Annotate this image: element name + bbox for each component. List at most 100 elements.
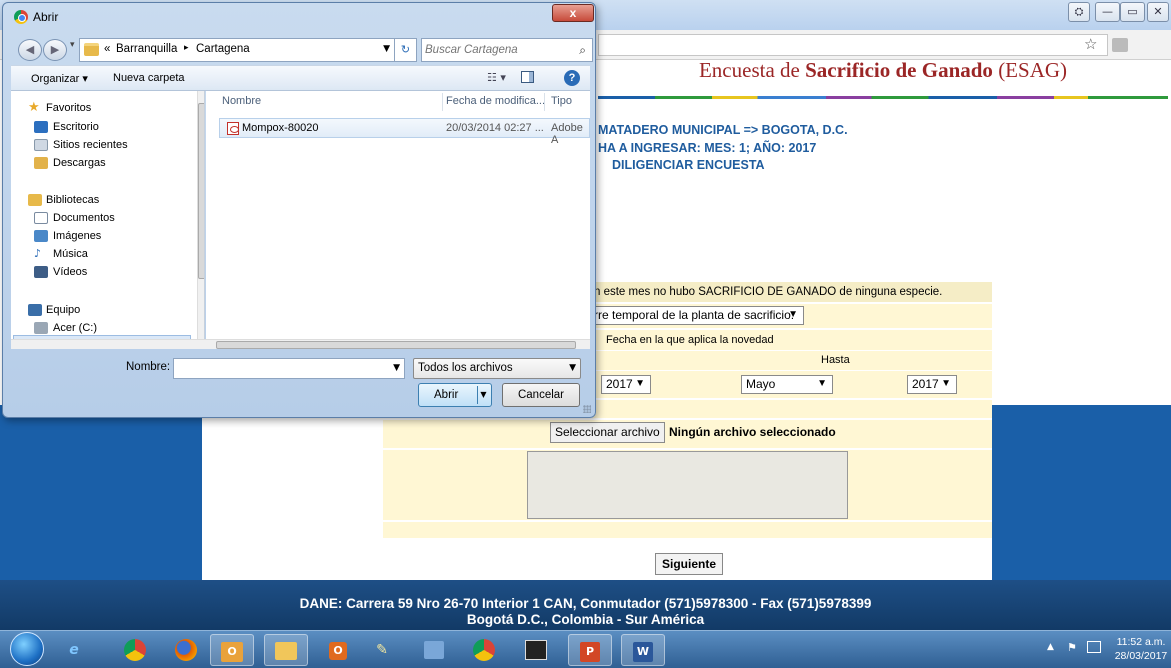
remote-app-icon[interactable]: [412, 634, 456, 666]
clock-time[interactable]: 11:52 a.m.: [1113, 636, 1169, 648]
chevron-down-icon[interactable]: ▼: [569, 363, 576, 373]
column-divider[interactable]: [442, 93, 443, 111]
nav-item-bibliotecas[interactable]: Bibliotecas: [11, 191, 189, 209]
nav-scroll-thumb[interactable]: [198, 103, 204, 279]
column-divider[interactable]: [544, 93, 545, 111]
outlook-icon[interactable]: O: [210, 634, 254, 666]
libraries-icon: [28, 194, 42, 206]
recent-locations-dropdown[interactable]: ▾: [70, 40, 75, 50]
user-icon[interactable]: ⛭: [1068, 2, 1090, 22]
chevron-down-icon[interactable]: ▼: [383, 44, 390, 54]
powerpoint-icon[interactable]: P: [568, 634, 612, 666]
nav-item-escritorio[interactable]: Escritorio: [11, 118, 189, 136]
open-split-dropdown[interactable]: ▼: [477, 386, 489, 404]
chevron-down-icon[interactable]: ▼: [393, 363, 400, 373]
maximize-button[interactable]: ▭: [1120, 2, 1145, 22]
network-icon[interactable]: [1087, 641, 1101, 653]
fill-survey-line: DILIGENCIAR ENCUESTA: [612, 158, 765, 172]
to-year-select[interactable]: 2017 ▼: [907, 375, 957, 394]
tray-arrow-icon[interactable]: ▲: [1047, 642, 1054, 652]
star-icon: ★: [28, 100, 40, 115]
file-name: Mompox-80020: [242, 122, 319, 134]
nav-scrollbar[interactable]: [197, 91, 204, 349]
horizontal-scrollbar[interactable]: [11, 339, 590, 349]
period-line: HA A INGRESAR: MES: 1; AÑO: 2017: [598, 141, 817, 155]
breadcrumb-cartagena[interactable]: Cartagena: [196, 43, 250, 55]
music-icon: ♪: [34, 247, 42, 260]
file-row: Seleccionar archivo Ningún archivo selec…: [383, 420, 992, 448]
views-icon[interactable]: ☷ ▾: [487, 71, 506, 84]
app-o-icon[interactable]: O: [316, 634, 360, 666]
action-center-icon[interactable]: ⚑: [1067, 641, 1077, 654]
search-icon[interactable]: ⌕: [579, 43, 586, 58]
firefox-icon[interactable]: [164, 634, 208, 666]
breadcrumb-barranquilla[interactable]: Barranquilla: [116, 43, 177, 55]
close-button[interactable]: ✕: [1147, 2, 1169, 22]
address-bar[interactable]: [598, 34, 1108, 56]
column-name[interactable]: Nombre: [222, 95, 261, 107]
nav-item-videos[interactable]: Vídeos: [11, 263, 189, 281]
forward-button[interactable]: ▶: [43, 39, 67, 61]
right-sidebar-bar: [992, 405, 1171, 580]
breadcrumb-overflow[interactable]: «: [104, 43, 110, 55]
extension-icon[interactable]: [1112, 38, 1128, 52]
drive-icon: [34, 322, 48, 334]
column-date[interactable]: Fecha de modifica...: [446, 95, 545, 107]
pictures-icon: [34, 230, 48, 242]
new-folder-button[interactable]: Nueva carpeta: [113, 72, 185, 84]
next-button[interactable]: Siguiente: [655, 553, 724, 575]
back-button[interactable]: ◀: [18, 39, 42, 61]
chrome-icon[interactable]: [462, 634, 506, 666]
breadcrumb[interactable]: « Barranquilla ▸ Cartagena ▼: [79, 38, 395, 62]
chrome-icon[interactable]: [113, 634, 157, 666]
open-button[interactable]: Abrir ▼: [418, 383, 492, 407]
nav-item-musica[interactable]: ♪ Música: [11, 245, 189, 263]
dialog-close-button[interactable]: x: [552, 4, 594, 22]
paint-tool-icon[interactable]: ✎: [360, 634, 404, 666]
hasta-label: Hasta: [821, 354, 850, 366]
nav-item-descargas[interactable]: Descargas: [11, 154, 189, 172]
footer-address: DANE: Carrera 59 Nro 26-70 Interior 1 CA…: [299, 596, 872, 611]
novelty-date-label: Fecha en la que aplica la novedad: [606, 334, 774, 346]
search-input[interactable]: [425, 42, 565, 58]
downloads-icon: [34, 157, 48, 169]
start-button[interactable]: [10, 632, 44, 666]
comment-textarea[interactable]: [527, 451, 848, 519]
search-box[interactable]: ⌕: [421, 38, 593, 62]
help-icon[interactable]: ?: [564, 70, 580, 86]
from-year-select[interactable]: 2017 ▼: [601, 375, 651, 394]
file-type: Adobe A: [551, 122, 583, 146]
nav-item-documentos[interactable]: Documentos: [11, 209, 189, 227]
photo-viewer-icon[interactable]: [514, 634, 558, 666]
nav-item-equipo[interactable]: Equipo: [11, 301, 189, 319]
navigation-pane: ★ Favoritos Escritorio Sitios recientes …: [11, 91, 205, 349]
minimize-button[interactable]: —: [1095, 2, 1120, 22]
file-row[interactable]: Mompox-80020 20/03/2014 02:27 ... Adobe …: [219, 118, 590, 146]
cancel-button[interactable]: Cancelar: [502, 383, 580, 407]
nav-item-favoritos[interactable]: ★ Favoritos: [11, 99, 189, 117]
horizontal-scroll-thumb[interactable]: [216, 341, 576, 349]
file-explorer-icon[interactable]: [264, 634, 308, 666]
bookmark-star-icon[interactable]: ☆: [1084, 35, 1097, 53]
file-status: Ningún archivo seleccionado: [669, 425, 836, 439]
organize-button[interactable]: Organizar ▾: [31, 72, 88, 85]
refresh-button[interactable]: ↻: [395, 38, 417, 62]
to-month-select[interactable]: Mayo ▼: [741, 375, 833, 394]
filetype-select[interactable]: Todos los archivos ▼: [413, 358, 581, 379]
select-file-button[interactable]: Seleccionar archivo: [550, 422, 665, 443]
clock-date[interactable]: 28/03/2017: [1113, 650, 1169, 662]
internet-explorer-icon[interactable]: e: [52, 634, 96, 666]
title-stripe: [598, 96, 1168, 99]
filename-input[interactable]: ▼: [173, 358, 405, 379]
folder-icon: [84, 43, 99, 56]
resize-grip[interactable]: [583, 405, 591, 413]
videos-icon: [34, 266, 48, 278]
word-icon[interactable]: W: [621, 634, 665, 666]
nav-item-sitios-recientes[interactable]: Sitios recientes: [11, 136, 189, 154]
preview-pane-icon[interactable]: [521, 71, 534, 83]
open-file-dialog: Abrir x ◀ ▶ ▾ « Barranquilla ▸ Cartagena…: [2, 2, 596, 418]
chevron-right-icon[interactable]: ▸: [184, 43, 189, 53]
reason-select[interactable]: rre temporal de la planta de sacrificio.…: [590, 306, 804, 325]
nav-item-imagenes[interactable]: Imágenes: [11, 227, 189, 245]
column-type[interactable]: Tipo: [551, 95, 572, 107]
